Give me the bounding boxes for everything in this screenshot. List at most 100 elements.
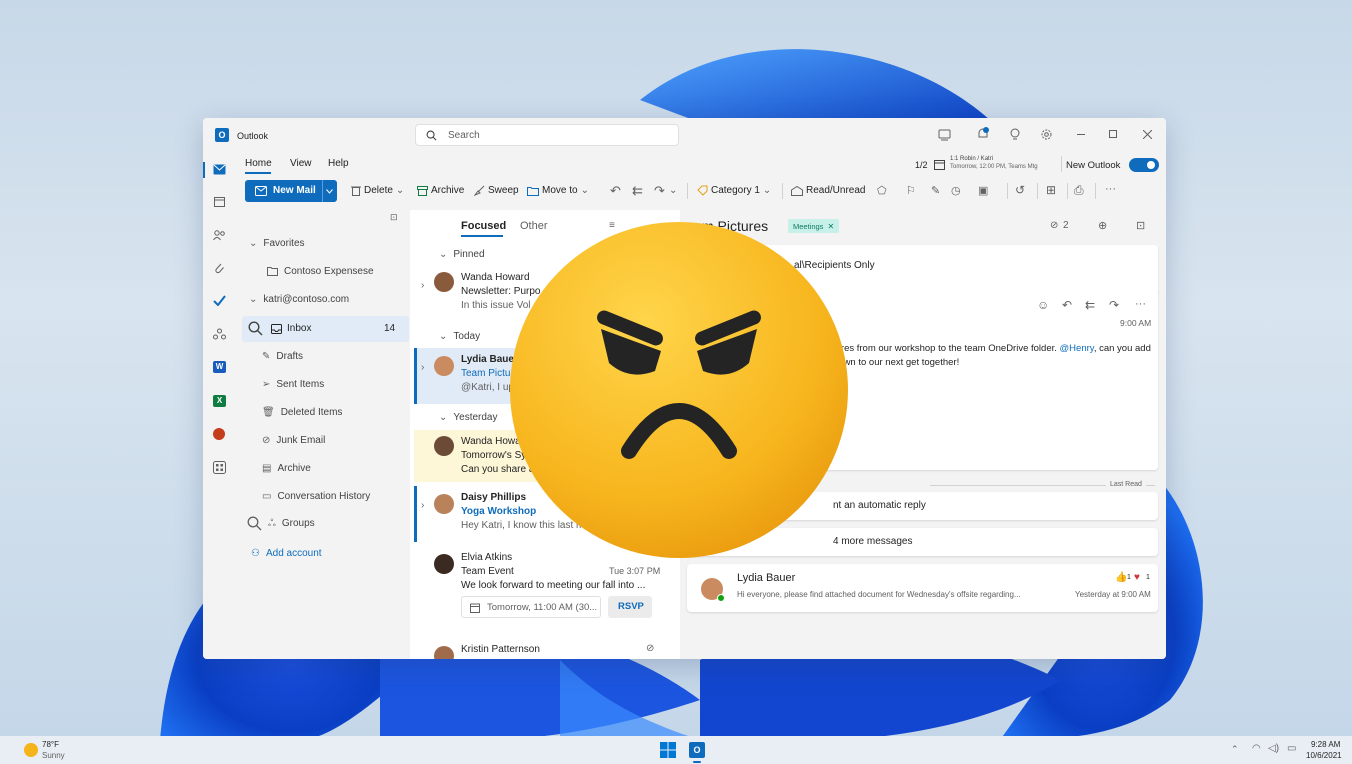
folder-sent-items[interactable]: ➢ Sent Items — [262, 379, 324, 390]
account-header[interactable]: ⌄ katri@contoso.com — [249, 294, 349, 305]
minimize-icon[interactable] — [1077, 134, 1085, 135]
chevron-up-icon[interactable]: ⌃ — [1231, 744, 1239, 755]
word-icon[interactable]: W — [213, 361, 226, 373]
tab-view[interactable]: View — [290, 158, 312, 169]
heart-icon[interactable]: ♥ — [1134, 572, 1140, 583]
attachment-rail-icon[interactable] — [214, 262, 225, 274]
print-icon[interactable]: ⎙ — [1074, 183, 1084, 198]
mention-link[interactable]: @Henry — [1060, 343, 1094, 354]
groups-rail-icon[interactable] — [213, 328, 226, 340]
pin-icon[interactable]: ✎ — [931, 184, 940, 197]
volume-icon[interactable]: ◁) — [1268, 743, 1279, 754]
open-new-window-icon[interactable]: ⊡ — [1136, 219, 1145, 232]
chevron-down-icon[interactable]: ⌄ — [581, 185, 589, 196]
meeting-title[interactable]: 1:1 Robin / Katri — [950, 156, 993, 162]
settings-gear-icon[interactable] — [1040, 128, 1053, 141]
folder-drafts[interactable]: ✎ Drafts — [262, 351, 303, 362]
section-today[interactable]: ⌄ Today — [439, 331, 480, 342]
expand-thread-icon[interactable]: › — [421, 500, 424, 511]
snooze-clock-icon[interactable]: ◷ — [951, 184, 961, 197]
reply-icon[interactable]: ↶ — [1062, 298, 1072, 312]
battery-icon[interactable]: ▭ — [1287, 743, 1296, 754]
tab-home[interactable]: Home — [245, 158, 272, 169]
chevron-down-icon[interactable]: ⌄ — [396, 185, 404, 196]
maximize-icon[interactable] — [1109, 130, 1117, 138]
reply-all-icon[interactable]: ⇇ — [1085, 298, 1095, 312]
attachment-count-icon[interactable]: ⊘ — [1050, 220, 1058, 231]
rules-icon[interactable]: ▣ — [978, 184, 988, 197]
section-yesterday[interactable]: ⌄ Yesterday — [439, 412, 498, 423]
expand-thread-icon[interactable]: › — [421, 362, 424, 373]
close-icon[interactable] — [1143, 130, 1152, 139]
sun-weather-icon[interactable] — [24, 743, 38, 757]
sweep-button[interactable]: Sweep — [474, 185, 519, 196]
search-box[interactable]: Search — [415, 124, 679, 146]
calendar-icon — [470, 603, 480, 613]
folder-deleted-items[interactable]: 🗑 Deleted Items — [262, 407, 342, 418]
broom-icon — [474, 185, 485, 196]
add-person-icon: ⚇ — [251, 548, 260, 559]
folder-archive[interactable]: ▤ Archive — [262, 463, 311, 474]
tab-focused[interactable]: Focused — [461, 220, 506, 232]
undo-icon[interactable]: ↺ — [1015, 183, 1025, 197]
add-account-link[interactable]: ⚇ Add account — [251, 548, 322, 559]
folder-conversation-history[interactable]: ▭ Conversation History — [262, 491, 370, 502]
weather-temp[interactable]: 78°F — [42, 740, 59, 749]
move-to-button[interactable]: Move to ⌄ — [527, 185, 589, 196]
more-apps-icon[interactable] — [213, 461, 226, 474]
zoom-icon[interactable]: ⊕ — [1098, 219, 1107, 232]
clock-time[interactable]: 9:28 AM — [1311, 740, 1340, 749]
folder-inbox[interactable]: Inbox 14 — [242, 316, 409, 342]
forward-icon[interactable]: ↷ — [654, 183, 665, 199]
my-day-icon[interactable] — [938, 129, 951, 141]
thumbs-up-icon[interactable]: 👍 — [1115, 572, 1127, 583]
chevron-down-icon[interactable]: ⌄ — [763, 185, 771, 196]
flag-icon[interactable]: ⚐ — [906, 184, 916, 197]
favorites-header[interactable]: ⌄ Favorites — [249, 238, 305, 249]
trash-icon: 🗑 — [262, 407, 275, 418]
excel-icon[interactable]: X — [213, 395, 226, 407]
collapse-pane-icon[interactable]: ⊡ — [390, 212, 398, 223]
more-options-icon[interactable]: ··· — [1135, 298, 1146, 310]
todo-check-icon[interactable] — [213, 295, 226, 306]
tab-help[interactable]: Help — [328, 158, 349, 169]
tips-lightbulb-icon[interactable] — [1009, 128, 1021, 141]
wifi-icon[interactable]: ◠ — [1252, 743, 1261, 754]
archive-label: Archive — [431, 185, 465, 196]
folder-junk-email[interactable]: ⊘ Junk Email — [262, 435, 325, 446]
delete-button[interactable]: Delete ⌄ — [351, 185, 404, 196]
mail-icon[interactable] — [213, 164, 226, 175]
people-icon[interactable] — [213, 230, 226, 241]
emoji-react-icon[interactable]: ☺ — [1037, 298, 1049, 312]
powerpoint-icon[interactable] — [213, 428, 225, 440]
calendar-icon[interactable] — [214, 196, 225, 207]
tag-outline-icon[interactable]: ⬠ — [877, 184, 887, 197]
expand-thread-icon[interactable]: › — [421, 280, 424, 291]
more-options-icon[interactable]: ··· — [1105, 183, 1116, 195]
like-count: 1 — [1127, 574, 1131, 581]
rsvp-button[interactable]: RSVP — [608, 596, 652, 618]
clock-date[interactable]: 10/6/2021 — [1306, 751, 1342, 760]
folder-contoso-expensese[interactable]: Contoso Expensese — [267, 266, 374, 277]
collapsed-message-card[interactable]: Lydia Bauer Hi everyone, please find att… — [687, 564, 1158, 612]
section-pinned[interactable]: ⌄ Pinned — [439, 249, 485, 260]
reply-icon[interactable]: ↶ — [610, 183, 621, 199]
forward-icon[interactable]: ↷ — [1109, 298, 1119, 312]
chevron-down-icon[interactable] — [326, 189, 333, 194]
outlook-taskbar-icon[interactable]: O — [689, 742, 705, 758]
category-button[interactable]: Category 1 ⌄ — [697, 185, 771, 196]
message-item[interactable]: Kristin Patternson ⊘ — [414, 638, 680, 659]
grid-view-icon[interactable]: ⊞ — [1046, 183, 1056, 197]
archive-button[interactable]: Archive — [417, 185, 464, 196]
body-line-2: down to our next get together! — [833, 357, 960, 368]
ribbon-divider — [1061, 156, 1062, 172]
new-outlook-toggle[interactable] — [1129, 158, 1159, 172]
new-mail-button[interactable]: New Mail — [245, 180, 337, 202]
chevron-down-icon[interactable]: ⌄ — [669, 185, 677, 196]
chevron-down-icon: ⌄ — [439, 331, 448, 342]
read-unread-button[interactable]: Read/Unread — [791, 185, 865, 196]
windows-start-icon[interactable] — [660, 742, 676, 758]
notifications-icon[interactable] — [976, 127, 990, 141]
reply-all-icon[interactable]: ⇇ — [632, 183, 643, 199]
folder-groups[interactable]: ஃ Groups — [247, 516, 315, 531]
